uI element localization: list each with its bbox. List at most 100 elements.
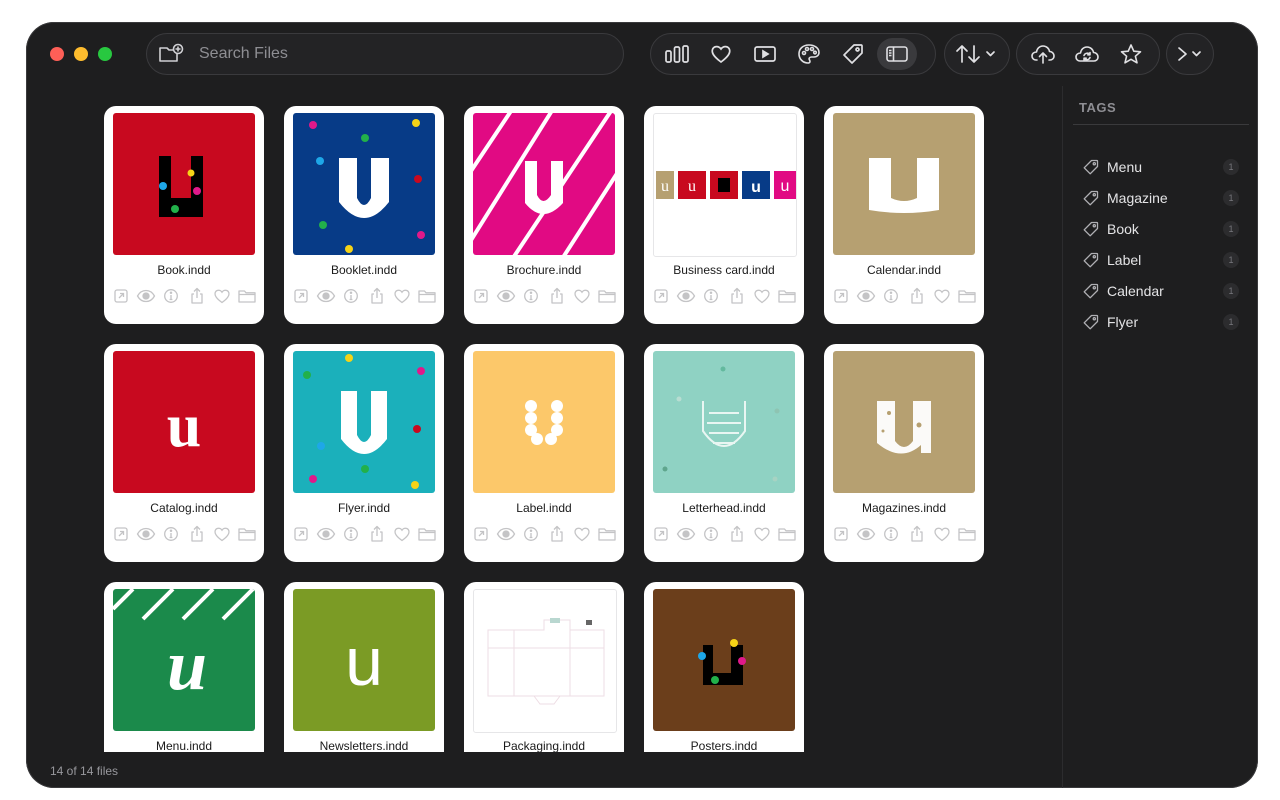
favorite-icon[interactable] — [212, 286, 232, 306]
open-external-icon[interactable] — [831, 286, 851, 306]
info-icon[interactable] — [161, 286, 181, 306]
file-thumbnail[interactable] — [833, 113, 975, 255]
file-card[interactable]: Label.indd — [464, 344, 624, 562]
file-thumbnail[interactable] — [653, 589, 795, 731]
more-icon[interactable] — [1170, 38, 1210, 70]
reveal-folder-icon[interactable] — [597, 524, 617, 544]
info-icon[interactable] — [701, 524, 721, 544]
info-icon[interactable] — [521, 286, 541, 306]
favorite-icon[interactable] — [701, 38, 741, 70]
file-card[interactable]: Brochure.indd — [464, 106, 624, 324]
file-thumbnail[interactable]: uuuu — [653, 113, 797, 257]
open-external-icon[interactable] — [291, 286, 311, 306]
info-icon[interactable] — [521, 524, 541, 544]
file-thumbnail[interactable]: u — [113, 351, 255, 493]
favorite-icon[interactable] — [752, 524, 772, 544]
share-icon[interactable] — [367, 524, 387, 544]
file-card[interactable]: Flyer.indd — [284, 344, 444, 562]
favorite-icon[interactable] — [932, 286, 952, 306]
favorite-icon[interactable] — [932, 524, 952, 544]
favorite-icon[interactable] — [752, 286, 772, 306]
info-icon[interactable] — [341, 286, 361, 306]
tag-icon[interactable] — [833, 38, 873, 70]
minimize-window-button[interactable] — [74, 47, 88, 61]
share-icon[interactable] — [907, 286, 927, 306]
favorite-icon[interactable] — [212, 524, 232, 544]
quick-look-icon[interactable] — [136, 524, 156, 544]
open-external-icon[interactable] — [111, 524, 131, 544]
favorite-icon[interactable] — [572, 524, 592, 544]
file-card[interactable]: Packaging.indd — [464, 582, 624, 752]
tag-item-magazine[interactable]: Magazine 1 — [1083, 187, 1243, 209]
quick-look-icon[interactable] — [136, 286, 156, 306]
zoom-window-button[interactable] — [98, 47, 112, 61]
reveal-folder-icon[interactable] — [597, 286, 617, 306]
reveal-folder-icon[interactable] — [417, 524, 437, 544]
share-icon[interactable] — [547, 524, 567, 544]
open-external-icon[interactable] — [471, 286, 491, 306]
tag-item-flyer[interactable]: Flyer 1 — [1083, 311, 1243, 333]
close-window-button[interactable] — [50, 47, 64, 61]
reveal-folder-icon[interactable] — [417, 286, 437, 306]
new-folder-icon[interactable] — [157, 40, 185, 68]
star-icon[interactable] — [1111, 38, 1151, 70]
info-icon[interactable] — [341, 524, 361, 544]
preview-icon[interactable] — [745, 38, 785, 70]
info-icon[interactable] — [881, 286, 901, 306]
favorite-icon[interactable] — [572, 286, 592, 306]
file-card[interactable]: u Catalog.indd — [104, 344, 264, 562]
reveal-folder-icon[interactable] — [237, 286, 257, 306]
palette-icon[interactable] — [789, 38, 829, 70]
info-icon[interactable] — [881, 524, 901, 544]
file-card[interactable]: Letterhead.indd — [644, 344, 804, 562]
file-thumbnail[interactable] — [653, 351, 795, 493]
open-external-icon[interactable] — [111, 286, 131, 306]
favorite-icon[interactable] — [392, 286, 412, 306]
file-thumbnail[interactable] — [473, 351, 615, 493]
share-icon[interactable] — [727, 524, 747, 544]
file-thumbnail[interactable] — [833, 351, 975, 493]
reveal-folder-icon[interactable] — [957, 524, 977, 544]
file-card[interactable]: Magazines.indd — [824, 344, 984, 562]
share-icon[interactable] — [187, 286, 207, 306]
share-icon[interactable] — [367, 286, 387, 306]
file-thumbnail[interactable]: u — [293, 589, 435, 731]
file-thumbnail[interactable] — [473, 589, 617, 733]
quick-look-icon[interactable] — [676, 524, 696, 544]
reveal-folder-icon[interactable] — [777, 524, 797, 544]
tag-item-calendar[interactable]: Calendar 1 — [1083, 280, 1243, 302]
open-external-icon[interactable] — [651, 524, 671, 544]
file-thumbnail[interactable] — [473, 113, 615, 255]
file-card[interactable]: u Menu.indd — [104, 582, 264, 752]
file-thumbnail[interactable] — [293, 113, 435, 255]
info-icon[interactable] — [701, 286, 721, 306]
file-card[interactable]: Book.indd — [104, 106, 264, 324]
quick-look-icon[interactable] — [316, 286, 336, 306]
grid-view-icon[interactable] — [657, 38, 697, 70]
share-icon[interactable] — [187, 524, 207, 544]
file-card[interactable]: Posters.indd — [644, 582, 804, 752]
file-thumbnail[interactable] — [293, 351, 435, 493]
search-input[interactable] — [197, 44, 581, 64]
file-card[interactable]: Calendar.indd — [824, 106, 984, 324]
share-icon[interactable] — [727, 286, 747, 306]
quick-look-icon[interactable] — [856, 286, 876, 306]
quick-look-icon[interactable] — [676, 286, 696, 306]
tag-item-label[interactable]: Label 1 — [1083, 249, 1243, 271]
open-external-icon[interactable] — [291, 524, 311, 544]
reveal-folder-icon[interactable] — [777, 286, 797, 306]
cloud-sync-icon[interactable] — [1067, 38, 1107, 70]
quick-look-icon[interactable] — [316, 524, 336, 544]
sort-icon[interactable] — [951, 38, 1003, 70]
tag-item-menu[interactable]: Menu 1 — [1083, 156, 1243, 178]
file-thumbnail[interactable]: u — [113, 589, 255, 731]
sidebar-icon[interactable] — [877, 38, 917, 70]
open-external-icon[interactable] — [651, 286, 671, 306]
reveal-folder-icon[interactable] — [237, 524, 257, 544]
open-external-icon[interactable] — [831, 524, 851, 544]
share-icon[interactable] — [907, 524, 927, 544]
reveal-folder-icon[interactable] — [957, 286, 977, 306]
file-card[interactable]: u Newsletters.indd — [284, 582, 444, 752]
file-thumbnail[interactable] — [113, 113, 255, 255]
info-icon[interactable] — [161, 524, 181, 544]
